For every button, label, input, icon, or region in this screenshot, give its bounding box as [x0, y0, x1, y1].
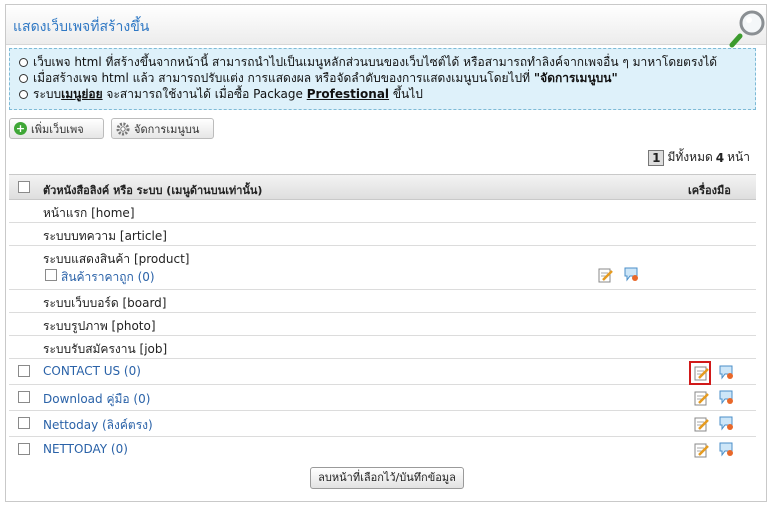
table-row: Nettoday (ลิงค์ตรง) — [9, 411, 756, 437]
plus-icon: + — [14, 122, 27, 135]
edit-icon[interactable] — [693, 365, 709, 381]
panel-header: แสดงเว็บเพจที่สร้างขึ้น — [6, 5, 766, 48]
table-row: ระบบรูปภาพ [photo] — [9, 313, 756, 336]
row-label: ระบบบทความ [article] — [43, 229, 167, 243]
table-row: ระบบรับสมัครงาน [job] — [9, 336, 756, 359]
row-label: ระบบรับสมัครงาน [job] — [43, 342, 168, 356]
comment-icon[interactable] — [718, 415, 734, 431]
row-label: ระบบเว็บบอร์ด [board] — [43, 296, 167, 310]
gear-icon — [116, 122, 130, 135]
pager-text: มีทั้งหมด — [667, 150, 713, 164]
edit-icon[interactable] — [693, 442, 709, 458]
select-all-checkbox[interactable] — [18, 181, 30, 193]
comment-icon[interactable] — [718, 389, 734, 405]
row-checkbox[interactable] — [45, 269, 57, 281]
save-button[interactable]: ลบหน้าที่เลือกไว้/บันทึกข้อมูล — [310, 467, 464, 489]
row-checkbox[interactable] — [18, 391, 30, 403]
row-checkbox[interactable] — [18, 417, 30, 429]
table-row: หน้าแรก [home] — [9, 200, 756, 223]
comment-icon[interactable] — [718, 441, 734, 457]
table-row: ระบบเว็บบอร์ด [board] — [9, 290, 756, 313]
add-webpage-button[interactable]: + เพิ่มเว็บเพจ — [9, 118, 104, 139]
row-link[interactable]: Download คู่มือ (0) — [43, 390, 150, 409]
manage-menu-label: จัดการเมนูบน — [134, 122, 200, 136]
notice-line-1: เว็บเพจ html ที่สร้างขึ้นจากหน้านี้ สามา… — [18, 54, 755, 70]
table-row: CONTACT US (0) — [9, 359, 756, 385]
magnifier-icon — [729, 10, 765, 48]
pager: 1 มีทั้งหมด 4 หน้า — [648, 148, 750, 167]
notice-line-2: เมื่อสร้างเพจ html แล้ว สามารถปรับแต่ง ก… — [18, 70, 755, 86]
menu-table: ตัวหนังสือลิงค์ หรือ ระบบ (เมนูด้านบนเท่… — [9, 174, 756, 463]
table-row: ระบบแสดงสินค้า [product] สินค้าราคาถูก (… — [9, 246, 756, 290]
row-checkbox[interactable] — [18, 443, 30, 455]
pager-unit: หน้า — [727, 150, 750, 164]
header-name: ตัวหนังสือลิงค์ หรือ ระบบ (เมนูด้านบนเท่… — [43, 184, 263, 197]
page-number[interactable]: 1 — [648, 149, 665, 166]
edit-icon[interactable] — [693, 390, 709, 406]
comment-icon[interactable] — [718, 364, 734, 380]
submenu-link[interactable]: สินค้าราคาถูก (0) — [61, 268, 155, 287]
comment-icon[interactable] — [623, 266, 639, 282]
pager-total: 4 — [715, 150, 725, 165]
main-panel: แสดงเว็บเพจที่สร้างขึ้น เว็บเพจ html ที่… — [5, 4, 767, 502]
row-link[interactable]: Nettoday (ลิงค์ตรง) — [43, 416, 153, 435]
table-row: NETTODAY (0) — [9, 437, 756, 463]
row-link[interactable]: NETTODAY (0) — [43, 442, 128, 456]
table-row: ระบบบทความ [article] — [9, 223, 756, 246]
row-label: ระบบรูปภาพ [photo] — [43, 319, 156, 333]
table-row: Download คู่มือ (0) — [9, 385, 756, 411]
info-notice: เว็บเพจ html ที่สร้างขึ้นจากหน้านี้ สามา… — [9, 48, 756, 110]
header-tools: เครื่องมือ — [688, 184, 731, 197]
page-title: แสดงเว็บเพจที่สร้างขึ้น — [13, 19, 150, 35]
notice-line-3: ระบบเมนูย่อย จะสามารถใช้งานได้ เมื่อซื้อ… — [18, 86, 755, 102]
row-label: ระบบแสดงสินค้า [product] — [43, 252, 190, 266]
row-checkbox[interactable] — [18, 365, 30, 377]
row-link[interactable]: CONTACT US (0) — [43, 364, 141, 378]
manage-menu-button[interactable]: จัดการเมนูบน — [111, 118, 214, 139]
table-header: ตัวหนังสือลิงค์ หรือ ระบบ (เมนูด้านบนเท่… — [9, 174, 756, 200]
edit-icon[interactable] — [597, 267, 613, 283]
row-label: หน้าแรก [home] — [43, 206, 135, 220]
edit-icon[interactable] — [693, 416, 709, 432]
add-webpage-label: เพิ่มเว็บเพจ — [31, 122, 84, 136]
